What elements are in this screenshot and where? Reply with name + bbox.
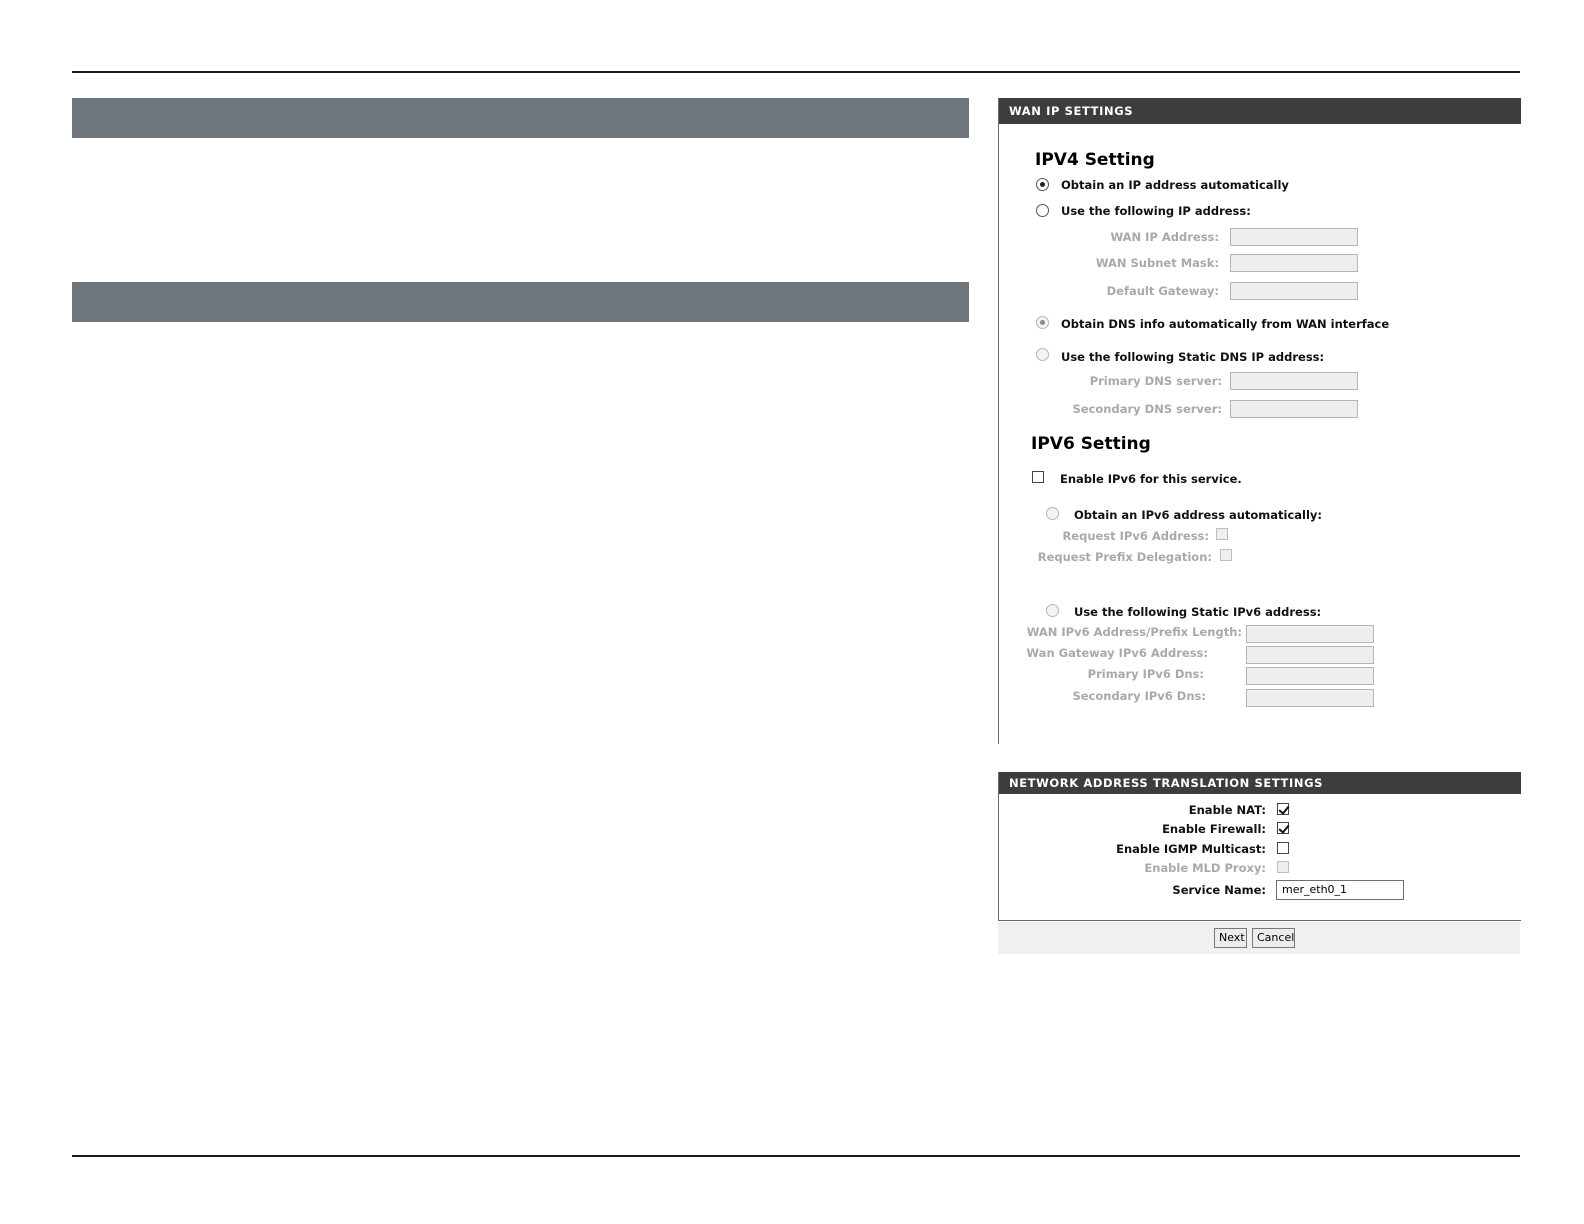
request-prefix-delegation-label: Request Prefix Delegation: — [1037, 550, 1212, 564]
enable-igmp-checkbox[interactable] — [1277, 842, 1289, 854]
obtain-ip-auto-label: Obtain an IP address automatically — [1061, 178, 1289, 192]
obtain-ip-auto-radio[interactable] — [1036, 178, 1049, 191]
static-ipv6-radio[interactable] — [1046, 604, 1059, 617]
enable-igmp-label: Enable IGMP Multicast: — [1116, 842, 1266, 856]
next-button[interactable]: Next — [1214, 928, 1247, 948]
nat-settings-title: NETWORK ADDRESS TRANSLATION SETTINGS — [999, 772, 1521, 794]
button-bar: Next Cancel — [998, 922, 1520, 954]
wan-ip-address-label: WAN IP Address: — [1110, 230, 1219, 244]
default-gateway-input[interactable] — [1230, 282, 1358, 300]
secondary-dns-input[interactable] — [1230, 400, 1358, 418]
section-header-bar-2 — [72, 282, 969, 322]
service-name-label: Service Name: — [1172, 883, 1266, 897]
request-prefix-delegation-checkbox[interactable] — [1220, 549, 1232, 561]
nat-settings-panel: NETWORK ADDRESS TRANSLATION SETTINGS Ena… — [998, 772, 1521, 921]
wan-gateway-ipv6-label: Wan Gateway IPv6 Address: — [1026, 646, 1208, 660]
section-header-bar-1 — [72, 98, 969, 138]
wan-ip-address-input[interactable] — [1230, 228, 1358, 246]
use-following-ip-radio[interactable] — [1036, 204, 1049, 217]
wan-subnet-mask-input[interactable] — [1230, 254, 1358, 272]
primary-dns-label: Primary DNS server: — [1089, 374, 1222, 388]
static-ipv6-label: Use the following Static IPv6 address: — [1074, 605, 1322, 619]
secondary-ipv6-dns-label: Secondary IPv6 Dns: — [1072, 689, 1206, 703]
enable-nat-label: Enable NAT: — [1188, 803, 1266, 817]
obtain-ipv6-auto-radio[interactable] — [1046, 507, 1059, 520]
wan-ip-settings-panel: WAN IP SETTINGS IPV4 Setting Obtain an I… — [998, 98, 1521, 744]
default-gateway-label: Default Gateway: — [1106, 284, 1219, 298]
bottom-rule — [72, 1155, 1520, 1157]
service-name-input[interactable]: mer_eth0_1 — [1276, 880, 1404, 900]
enable-nat-checkbox[interactable] — [1277, 803, 1289, 815]
enable-firewall-checkbox[interactable] — [1277, 822, 1289, 834]
use-following-ip-label: Use the following IP address: — [1061, 204, 1251, 218]
wan-gateway-ipv6-input[interactable] — [1246, 646, 1374, 664]
ipv4-heading: IPV4 Setting — [1035, 150, 1155, 170]
secondary-ipv6-dns-input[interactable] — [1246, 689, 1374, 707]
wan-ipv6-prefix-label: WAN IPv6 Address/Prefix Length: — [1026, 625, 1242, 639]
primary-ipv6-dns-label: Primary IPv6 Dns: — [1087, 667, 1204, 681]
dns-auto-label: Obtain DNS info automatically from WAN i… — [1061, 317, 1390, 331]
obtain-ipv6-auto-label: Obtain an IPv6 address automatically: — [1074, 508, 1323, 522]
dns-auto-radio[interactable] — [1036, 316, 1049, 329]
enable-ipv6-checkbox[interactable] — [1032, 471, 1044, 483]
primary-dns-input[interactable] — [1230, 372, 1358, 390]
dns-static-label: Use the following Static DNS IP address: — [1061, 350, 1325, 364]
secondary-dns-label: Secondary DNS server: — [1072, 402, 1223, 416]
cancel-button[interactable]: Cancel — [1252, 928, 1295, 948]
request-ipv6-address-label: Request IPv6 Address: — [1062, 529, 1209, 543]
enable-mld-checkbox[interactable] — [1277, 861, 1289, 873]
ipv6-heading: IPV6 Setting — [1031, 434, 1151, 454]
wan-subnet-mask-label: WAN Subnet Mask: — [1095, 256, 1219, 270]
enable-firewall-label: Enable Firewall: — [1162, 822, 1266, 836]
request-ipv6-address-checkbox[interactable] — [1216, 528, 1228, 540]
enable-ipv6-label: Enable IPv6 for this service. — [1060, 472, 1242, 486]
dns-static-radio[interactable] — [1036, 348, 1049, 361]
enable-mld-label: Enable MLD Proxy: — [1144, 861, 1266, 875]
primary-ipv6-dns-input[interactable] — [1246, 667, 1374, 685]
wan-ip-settings-title: WAN IP SETTINGS — [999, 98, 1521, 124]
wan-ipv6-prefix-input[interactable] — [1246, 625, 1374, 643]
top-rule — [72, 71, 1520, 73]
